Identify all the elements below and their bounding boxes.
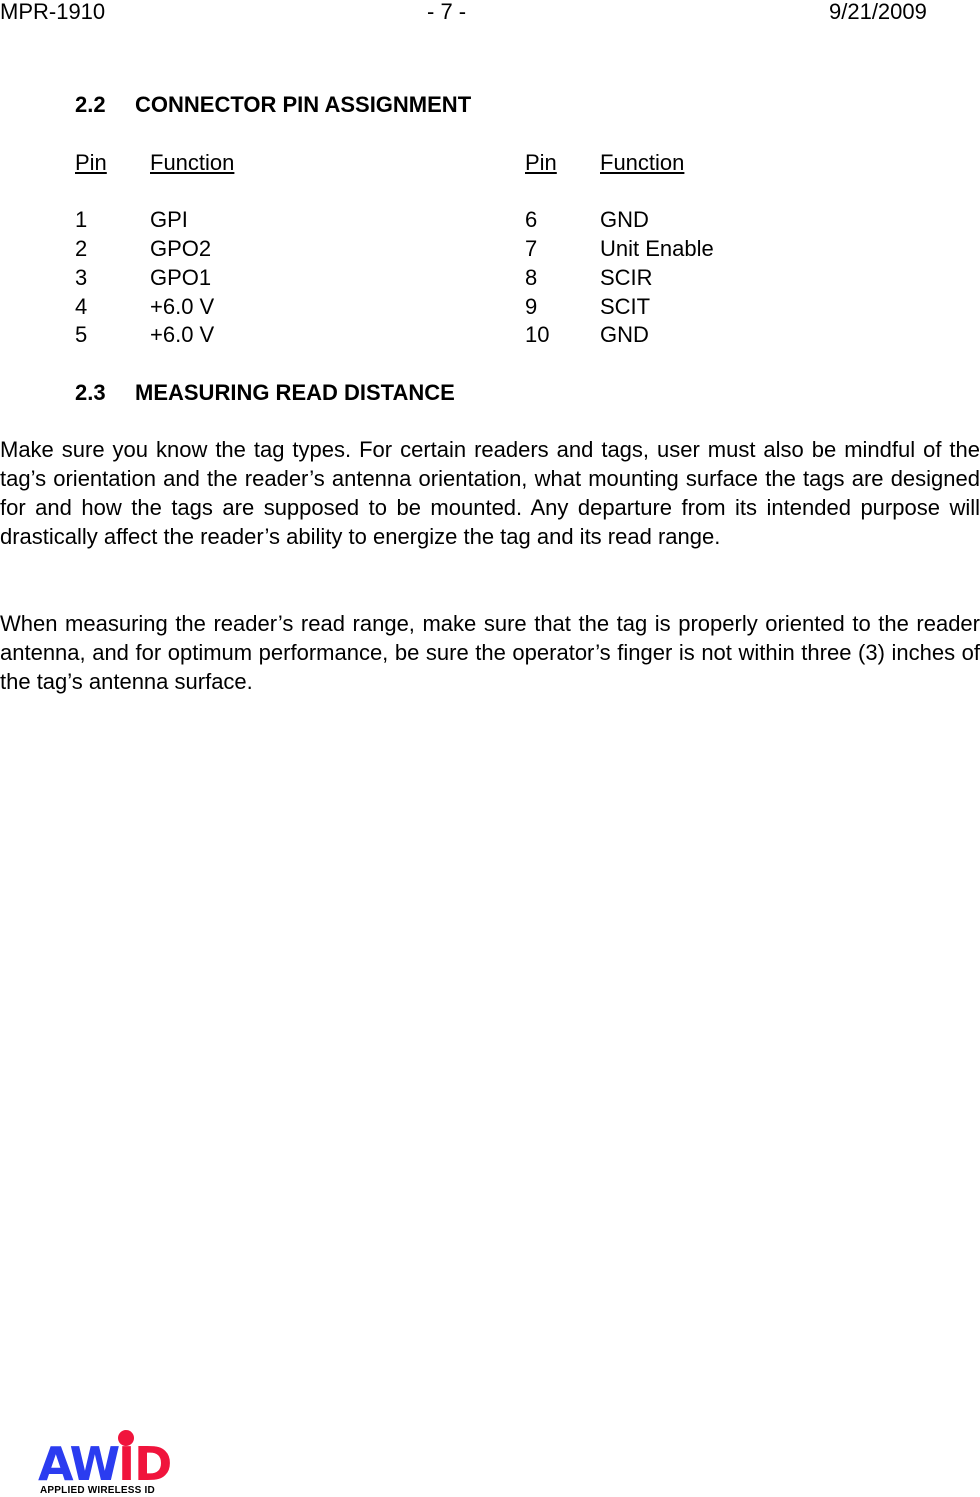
page-number: - 7 - [427, 0, 467, 24]
pin-cell: 1 [75, 207, 88, 233]
section-heading-2-2: 2.2 CONNECTOR PIN ASSIGNMENT [75, 92, 471, 118]
function-cell: GPO2 [150, 236, 212, 262]
function-header: Function [600, 150, 685, 175]
pin-cell: 8 [525, 264, 538, 290]
document-date: 9/21/2009 [829, 0, 927, 24]
function-cell: SCIT [600, 293, 651, 319]
pin-cell: 7 [525, 236, 538, 262]
pin-cell: 5 [75, 322, 88, 348]
section-heading-2-3: 2.3 MEASURING READ DISTANCE [75, 380, 455, 406]
function-header: Function [150, 150, 235, 175]
body-paragraph: Make sure you know the tag types. For ce… [0, 437, 980, 549]
pin-cell: 6 [525, 207, 538, 233]
pin-column-left: Pin 1 2 3 4 5 [75, 149, 107, 350]
pin-cell: 9 [525, 293, 538, 319]
pin-cell: 3 [75, 264, 88, 290]
section-number: 2.3 [75, 380, 106, 405]
logo-tagline: APPLIED WIRELESS ID [40, 1485, 155, 1496]
awid-logo: AW ID APPLIED WIRELESS ID [38, 1428, 178, 1496]
function-cell: Unit Enable [600, 236, 714, 262]
document-id: MPR-1910 [0, 0, 106, 24]
section-number: 2.2 [75, 92, 106, 117]
function-cell: +6.0 V [150, 293, 215, 319]
function-cell: SCIR [600, 264, 653, 290]
function-cell: GND [600, 207, 649, 233]
pin-column-right: Pin 6 7 8 9 10 [525, 149, 557, 350]
pin-cell: 2 [75, 236, 88, 262]
logo-wordmark: AW ID [38, 1430, 172, 1484]
section-title: MEASURING READ DISTANCE [135, 380, 455, 405]
logo-dot [118, 1430, 134, 1446]
pin-header: Pin [75, 150, 107, 175]
pin-cell: 4 [75, 293, 88, 319]
body-paragraph: When measuring the reader’s read range, … [0, 611, 980, 694]
pin-header: Pin [525, 150, 557, 175]
function-cell: GPO1 [150, 264, 212, 290]
function-cell: GND [600, 322, 649, 348]
function-cell: +6.0 V [150, 322, 215, 348]
function-column-left: Function GPI GPO2 GPO1 +6.0 V +6.0 V [150, 149, 234, 350]
logo-letters-blue: AW [38, 1437, 120, 1484]
section-title: CONNECTOR PIN ASSIGNMENT [135, 92, 472, 117]
function-column-right: Function GND Unit Enable SCIR SCIT GND [600, 149, 714, 350]
function-cell: GPI [150, 207, 188, 233]
pin-cell: 10 [525, 322, 550, 348]
